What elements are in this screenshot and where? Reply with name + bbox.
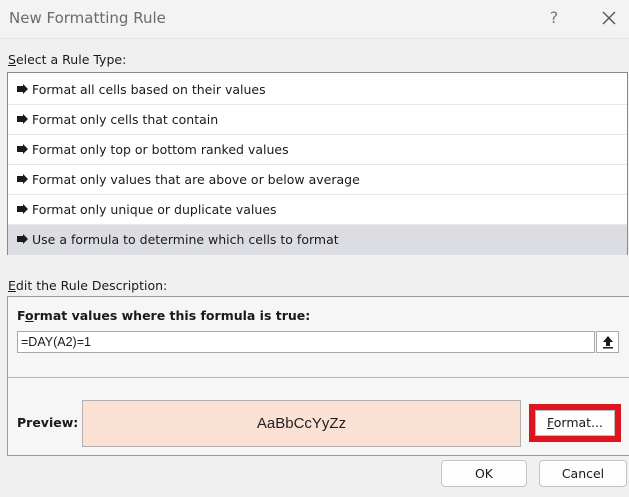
arrow-right-icon <box>17 144 28 154</box>
rule-type-label-text: Format only top or bottom ranked values <box>32 142 289 157</box>
cancel-button[interactable]: Cancel <box>539 460 627 487</box>
rule-type-item[interactable]: Format only top or bottom ranked values <box>8 135 627 165</box>
arrow-right-icon <box>17 234 28 244</box>
rule-type-label: Select a Rule Type: <box>8 52 127 67</box>
formula-heading: Format values where this formula is true… <box>17 308 311 323</box>
arrow-right-icon <box>17 114 28 124</box>
rule-type-item[interactable]: Format all cells based on their values <box>8 75 627 105</box>
title-bar: New Formatting Rule ? <box>0 0 629 39</box>
arrow-right-icon <box>17 204 28 214</box>
collapse-dialog-button[interactable] <box>596 331 619 353</box>
rule-type-label-text: Format only unique or duplicate values <box>32 202 277 217</box>
upload-arrow-icon <box>603 336 613 349</box>
dialog-title: New Formatting Rule <box>9 9 166 27</box>
rule-type-item-selected[interactable]: Use a formula to determine which cells t… <box>8 225 627 255</box>
rule-type-item[interactable]: Format only unique or duplicate values <box>8 195 627 225</box>
preview-label: Preview: <box>17 415 79 430</box>
rule-type-item[interactable]: Format only cells that contain <box>8 105 627 135</box>
preview-box: AaBbCcYyZz <box>82 400 521 447</box>
rule-type-list[interactable]: Format all cells based on their values F… <box>7 72 628 255</box>
arrow-right-icon <box>17 84 28 94</box>
arrow-right-icon <box>17 174 28 184</box>
rule-type-label-text: Format only values that are above or bel… <box>32 172 360 187</box>
rule-description-panel: Format values where this formula is true… <box>7 296 629 456</box>
format-button[interactable]: Format... <box>535 410 615 436</box>
ok-button[interactable]: OK <box>441 460 527 487</box>
rule-type-item[interactable]: Format only values that are above or bel… <box>8 165 627 195</box>
rule-type-label-text: Use a formula to determine which cells t… <box>32 232 339 247</box>
rule-description-label: Edit the Rule Description: <box>8 278 168 293</box>
rule-type-label-text: Format only cells that contain <box>32 112 219 127</box>
help-icon[interactable]: ? <box>546 7 562 29</box>
close-icon[interactable] <box>600 9 618 27</box>
divider <box>8 377 629 378</box>
formula-input[interactable] <box>17 331 595 353</box>
rule-type-label-text: Format all cells based on their values <box>32 82 266 97</box>
format-button-highlight[interactable]: Format... <box>529 404 621 442</box>
